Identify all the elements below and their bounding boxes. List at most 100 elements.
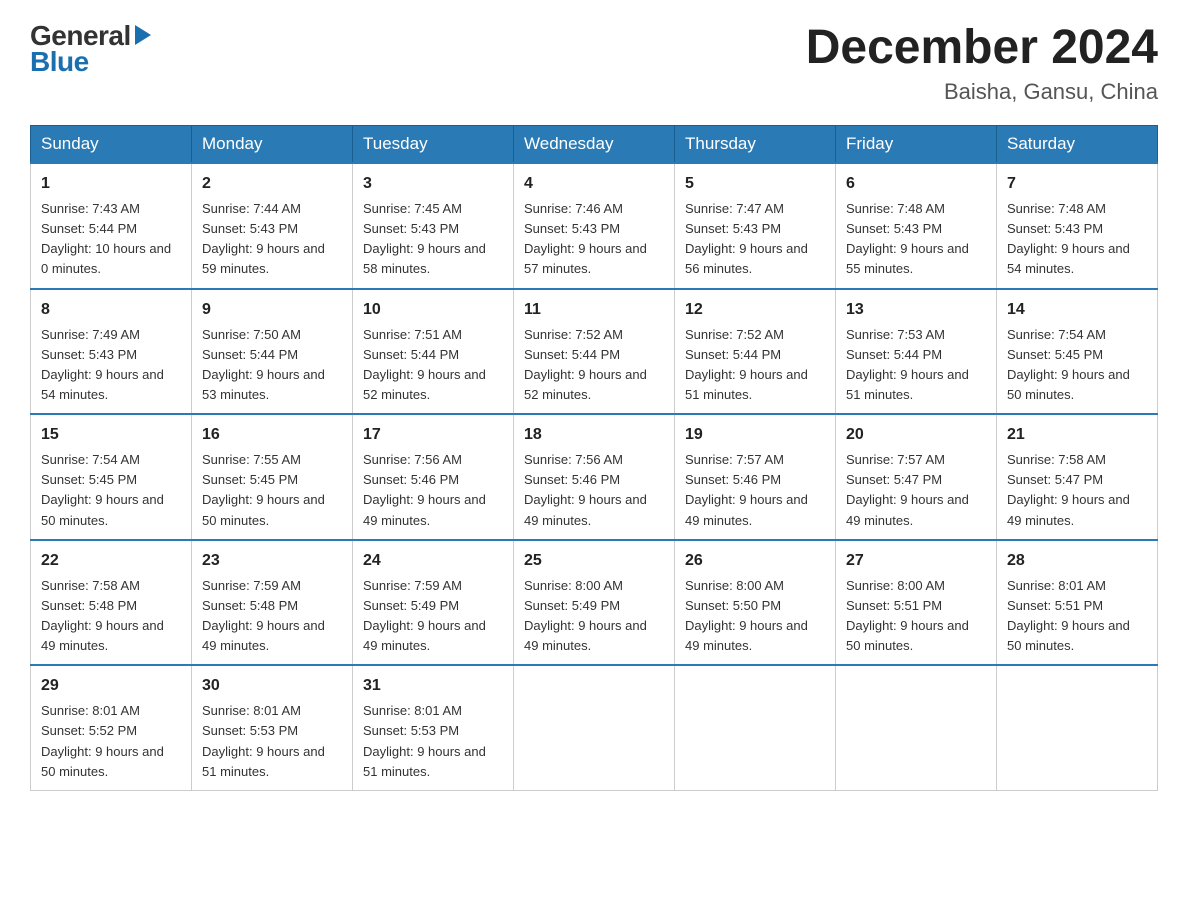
table-row <box>675 665 836 790</box>
day-info: Sunrise: 7:58 AMSunset: 5:48 PMDaylight:… <box>41 578 164 653</box>
day-number: 23 <box>202 549 342 573</box>
table-row: 17 Sunrise: 7:56 AMSunset: 5:46 PMDaylig… <box>353 414 514 540</box>
main-title: December 2024 <box>806 20 1158 75</box>
day-info: Sunrise: 7:45 AMSunset: 5:43 PMDaylight:… <box>363 201 486 276</box>
table-row: 21 Sunrise: 7:58 AMSunset: 5:47 PMDaylig… <box>997 414 1158 540</box>
subtitle: Baisha, Gansu, China <box>806 79 1158 105</box>
col-friday: Friday <box>836 126 997 164</box>
table-row <box>997 665 1158 790</box>
calendar-week-row: 8 Sunrise: 7:49 AMSunset: 5:43 PMDayligh… <box>31 289 1158 415</box>
table-row: 11 Sunrise: 7:52 AMSunset: 5:44 PMDaylig… <box>514 289 675 415</box>
day-number: 5 <box>685 172 825 196</box>
calendar-week-row: 22 Sunrise: 7:58 AMSunset: 5:48 PMDaylig… <box>31 540 1158 666</box>
day-number: 13 <box>846 298 986 322</box>
day-number: 7 <box>1007 172 1147 196</box>
day-number: 1 <box>41 172 181 196</box>
table-row: 30 Sunrise: 8:01 AMSunset: 5:53 PMDaylig… <box>192 665 353 790</box>
logo-blue-text: Blue <box>30 46 89 78</box>
table-row: 2 Sunrise: 7:44 AMSunset: 5:43 PMDayligh… <box>192 163 353 289</box>
day-number: 4 <box>524 172 664 196</box>
table-row: 14 Sunrise: 7:54 AMSunset: 5:45 PMDaylig… <box>997 289 1158 415</box>
day-number: 15 <box>41 423 181 447</box>
table-row: 7 Sunrise: 7:48 AMSunset: 5:43 PMDayligh… <box>997 163 1158 289</box>
day-info: Sunrise: 8:01 AMSunset: 5:53 PMDaylight:… <box>202 703 325 778</box>
day-number: 27 <box>846 549 986 573</box>
calendar-header-row: Sunday Monday Tuesday Wednesday Thursday… <box>31 126 1158 164</box>
table-row: 6 Sunrise: 7:48 AMSunset: 5:43 PMDayligh… <box>836 163 997 289</box>
page-header: General Blue December 2024 Baisha, Gansu… <box>30 20 1158 105</box>
table-row: 15 Sunrise: 7:54 AMSunset: 5:45 PMDaylig… <box>31 414 192 540</box>
day-info: Sunrise: 7:55 AMSunset: 5:45 PMDaylight:… <box>202 452 325 527</box>
table-row: 27 Sunrise: 8:00 AMSunset: 5:51 PMDaylig… <box>836 540 997 666</box>
day-number: 16 <box>202 423 342 447</box>
calendar-week-row: 29 Sunrise: 8:01 AMSunset: 5:52 PMDaylig… <box>31 665 1158 790</box>
day-info: Sunrise: 7:58 AMSunset: 5:47 PMDaylight:… <box>1007 452 1130 527</box>
day-number: 21 <box>1007 423 1147 447</box>
day-number: 12 <box>685 298 825 322</box>
day-info: Sunrise: 7:48 AMSunset: 5:43 PMDaylight:… <box>846 201 969 276</box>
day-number: 6 <box>846 172 986 196</box>
day-number: 19 <box>685 423 825 447</box>
table-row: 1 Sunrise: 7:43 AMSunset: 5:44 PMDayligh… <box>31 163 192 289</box>
day-info: Sunrise: 7:46 AMSunset: 5:43 PMDaylight:… <box>524 201 647 276</box>
calendar-week-row: 1 Sunrise: 7:43 AMSunset: 5:44 PMDayligh… <box>31 163 1158 289</box>
table-row: 20 Sunrise: 7:57 AMSunset: 5:47 PMDaylig… <box>836 414 997 540</box>
day-info: Sunrise: 7:54 AMSunset: 5:45 PMDaylight:… <box>41 452 164 527</box>
day-number: 10 <box>363 298 503 322</box>
day-info: Sunrise: 7:51 AMSunset: 5:44 PMDaylight:… <box>363 327 486 402</box>
table-row: 24 Sunrise: 7:59 AMSunset: 5:49 PMDaylig… <box>353 540 514 666</box>
table-row: 25 Sunrise: 8:00 AMSunset: 5:49 PMDaylig… <box>514 540 675 666</box>
table-row: 8 Sunrise: 7:49 AMSunset: 5:43 PMDayligh… <box>31 289 192 415</box>
day-number: 24 <box>363 549 503 573</box>
table-row <box>514 665 675 790</box>
col-sunday: Sunday <box>31 126 192 164</box>
day-number: 11 <box>524 298 664 322</box>
table-row: 13 Sunrise: 7:53 AMSunset: 5:44 PMDaylig… <box>836 289 997 415</box>
table-row: 10 Sunrise: 7:51 AMSunset: 5:44 PMDaylig… <box>353 289 514 415</box>
day-info: Sunrise: 7:44 AMSunset: 5:43 PMDaylight:… <box>202 201 325 276</box>
day-number: 30 <box>202 674 342 698</box>
table-row: 18 Sunrise: 7:56 AMSunset: 5:46 PMDaylig… <box>514 414 675 540</box>
table-row: 9 Sunrise: 7:50 AMSunset: 5:44 PMDayligh… <box>192 289 353 415</box>
day-number: 17 <box>363 423 503 447</box>
table-row: 3 Sunrise: 7:45 AMSunset: 5:43 PMDayligh… <box>353 163 514 289</box>
day-info: Sunrise: 8:00 AMSunset: 5:49 PMDaylight:… <box>524 578 647 653</box>
day-info: Sunrise: 7:56 AMSunset: 5:46 PMDaylight:… <box>524 452 647 527</box>
day-info: Sunrise: 8:01 AMSunset: 5:51 PMDaylight:… <box>1007 578 1130 653</box>
table-row: 31 Sunrise: 8:01 AMSunset: 5:53 PMDaylig… <box>353 665 514 790</box>
table-row: 29 Sunrise: 8:01 AMSunset: 5:52 PMDaylig… <box>31 665 192 790</box>
day-info: Sunrise: 7:59 AMSunset: 5:49 PMDaylight:… <box>363 578 486 653</box>
calendar-week-row: 15 Sunrise: 7:54 AMSunset: 5:45 PMDaylig… <box>31 414 1158 540</box>
day-info: Sunrise: 8:01 AMSunset: 5:52 PMDaylight:… <box>41 703 164 778</box>
day-info: Sunrise: 7:56 AMSunset: 5:46 PMDaylight:… <box>363 452 486 527</box>
day-info: Sunrise: 7:50 AMSunset: 5:44 PMDaylight:… <box>202 327 325 402</box>
logo: General Blue <box>30 20 151 78</box>
day-info: Sunrise: 7:53 AMSunset: 5:44 PMDaylight:… <box>846 327 969 402</box>
day-info: Sunrise: 8:00 AMSunset: 5:51 PMDaylight:… <box>846 578 969 653</box>
table-row: 23 Sunrise: 7:59 AMSunset: 5:48 PMDaylig… <box>192 540 353 666</box>
day-info: Sunrise: 7:52 AMSunset: 5:44 PMDaylight:… <box>685 327 808 402</box>
day-number: 18 <box>524 423 664 447</box>
day-info: Sunrise: 8:01 AMSunset: 5:53 PMDaylight:… <box>363 703 486 778</box>
day-info: Sunrise: 7:54 AMSunset: 5:45 PMDaylight:… <box>1007 327 1130 402</box>
table-row: 4 Sunrise: 7:46 AMSunset: 5:43 PMDayligh… <box>514 163 675 289</box>
day-number: 8 <box>41 298 181 322</box>
day-info: Sunrise: 7:48 AMSunset: 5:43 PMDaylight:… <box>1007 201 1130 276</box>
col-tuesday: Tuesday <box>353 126 514 164</box>
day-number: 28 <box>1007 549 1147 573</box>
day-number: 22 <box>41 549 181 573</box>
logo-arrow-icon <box>135 25 151 45</box>
table-row: 28 Sunrise: 8:01 AMSunset: 5:51 PMDaylig… <box>997 540 1158 666</box>
day-number: 2 <box>202 172 342 196</box>
day-number: 3 <box>363 172 503 196</box>
day-info: Sunrise: 7:47 AMSunset: 5:43 PMDaylight:… <box>685 201 808 276</box>
col-monday: Monday <box>192 126 353 164</box>
table-row <box>836 665 997 790</box>
table-row: 5 Sunrise: 7:47 AMSunset: 5:43 PMDayligh… <box>675 163 836 289</box>
table-row: 22 Sunrise: 7:58 AMSunset: 5:48 PMDaylig… <box>31 540 192 666</box>
day-number: 14 <box>1007 298 1147 322</box>
col-wednesday: Wednesday <box>514 126 675 164</box>
title-block: December 2024 Baisha, Gansu, China <box>806 20 1158 105</box>
table-row: 19 Sunrise: 7:57 AMSunset: 5:46 PMDaylig… <box>675 414 836 540</box>
calendar-table: Sunday Monday Tuesday Wednesday Thursday… <box>30 125 1158 791</box>
